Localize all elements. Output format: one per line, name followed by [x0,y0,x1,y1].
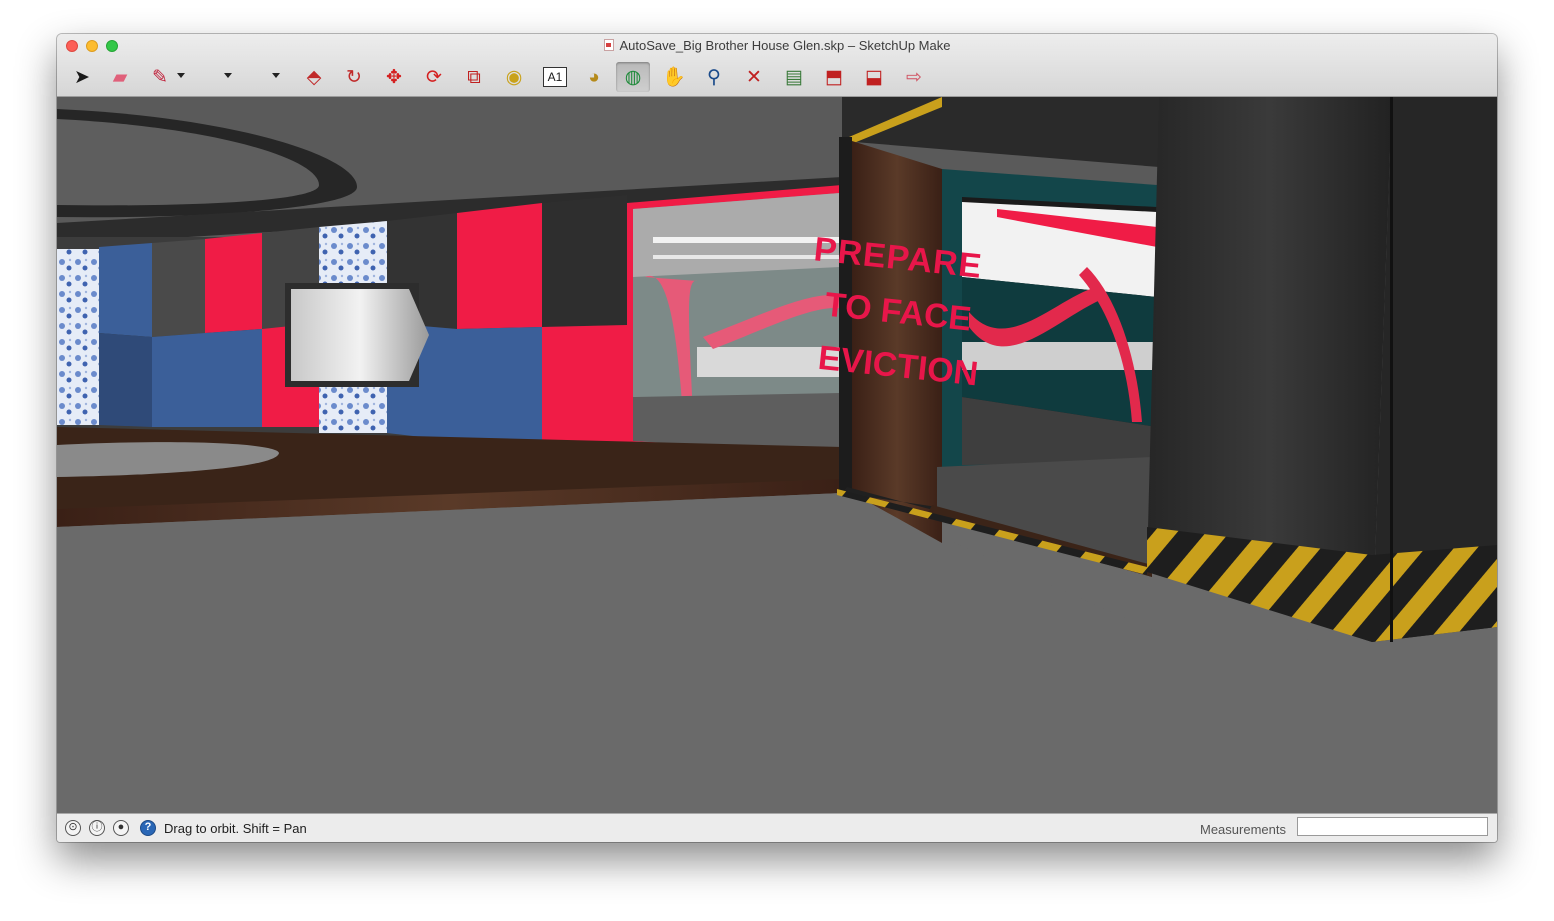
warehouse-map-icon: ▤ [785,66,803,88]
scene-render: PREPARE TO FACE EVICTION [57,97,1497,813]
orbit-icon: ◍ [624,66,642,88]
geo-location-icon[interactable]: ⊙ [65,820,81,836]
eraser-icon: ▰ [112,66,128,88]
arrow-cursor-icon: ➤ [74,66,90,88]
3d-warehouse-tool-button[interactable]: ▤ [779,62,809,92]
push-pull-icon: ⬘ [306,66,322,88]
orbit-tool-button[interactable]: ◍ [616,62,650,92]
credits-icon[interactable]: ⓘ [89,820,105,836]
eviction-sign: PREPARE TO FACE EVICTION [812,230,984,393]
shape-tool-dropdown[interactable] [224,73,232,78]
paint-bucket-tool-button[interactable]: ◕ [579,62,609,92]
dark-pillar [1147,97,1497,642]
layout-icon: ⇨ [906,66,922,88]
select-tool-button[interactable]: ➤ [67,62,97,92]
glass-window [627,185,843,457]
paint-bucket-icon: ◕ [588,66,600,88]
push-pull-tool-button[interactable]: ⬘ [299,62,329,92]
text-tool-button[interactable]: A1 [543,67,567,87]
status-bar: ⊙ ⓘ ● ? Drag to orbit. Shift = Pan Measu… [57,813,1497,842]
eviction-door-panel [852,141,942,543]
eraser-tool-button[interactable]: ▰ [105,62,135,92]
window-title: AutoSave_Big Brother House Glen.skp – Sk… [57,38,1497,53]
tape-measure-tool-button[interactable]: ◉ [499,62,529,92]
hand-icon: ✋ [662,66,686,88]
move-arrows-icon: ✥ [386,66,402,88]
rotate-tool-button[interactable]: ⟳ [419,62,449,92]
share-model-tool-button[interactable]: ⬒ [819,62,849,92]
pencil-icon: ✎ [152,66,168,88]
scale-tool-button[interactable]: ⧉ [459,62,489,92]
components-tool-button[interactable]: ⬓ [859,62,889,92]
follow-me-icon: ↻ [346,66,362,88]
floral-panel-left [57,249,99,425]
follow-me-tool-button[interactable]: ↻ [339,62,369,92]
measurements-input[interactable] [1297,817,1488,836]
3d-viewport[interactable]: PREPARE TO FACE EVICTION [57,97,1497,813]
text-label-icon: A1 [547,70,563,84]
sketchup-window: AutoSave_Big Brother House Glen.skp – Sk… [57,34,1497,842]
share-model-icon: ⬒ [825,66,843,88]
scale-icon: ⧉ [467,66,481,88]
line-tool-dropdown[interactable] [177,73,185,78]
user-icon[interactable]: ● [113,820,129,836]
line-tool-button[interactable]: ✎ [145,62,175,92]
zoom-extents-icon: ✕ [746,66,762,88]
rotate-icon: ⟳ [426,66,442,88]
send-to-layout-tool-button[interactable]: ⇨ [899,62,929,92]
magnifier-icon: ⚲ [707,66,721,88]
skp-file-icon [603,39,614,51]
zoom-extents-tool-button[interactable]: ✕ [739,62,769,92]
move-tool-button[interactable]: ✥ [379,62,409,92]
status-hint: Drag to orbit. Shift = Pan [164,821,307,836]
zoom-tool-button[interactable]: ⚲ [699,62,729,92]
title-bar: AutoSave_Big Brother House Glen.skp – Sk… [57,34,1497,97]
extension-warehouse-icon: ⬓ [865,66,883,88]
pan-tool-button[interactable]: ✋ [659,62,689,92]
mirror-panel [291,289,429,381]
tape-measure-icon: ◉ [505,66,523,88]
window-title-text: AutoSave_Big Brother House Glen.skp – Sk… [619,38,951,53]
arc-tool-dropdown[interactable] [272,73,280,78]
measurements-label: Measurements [1200,822,1286,837]
help-icon[interactable]: ? [140,820,156,836]
